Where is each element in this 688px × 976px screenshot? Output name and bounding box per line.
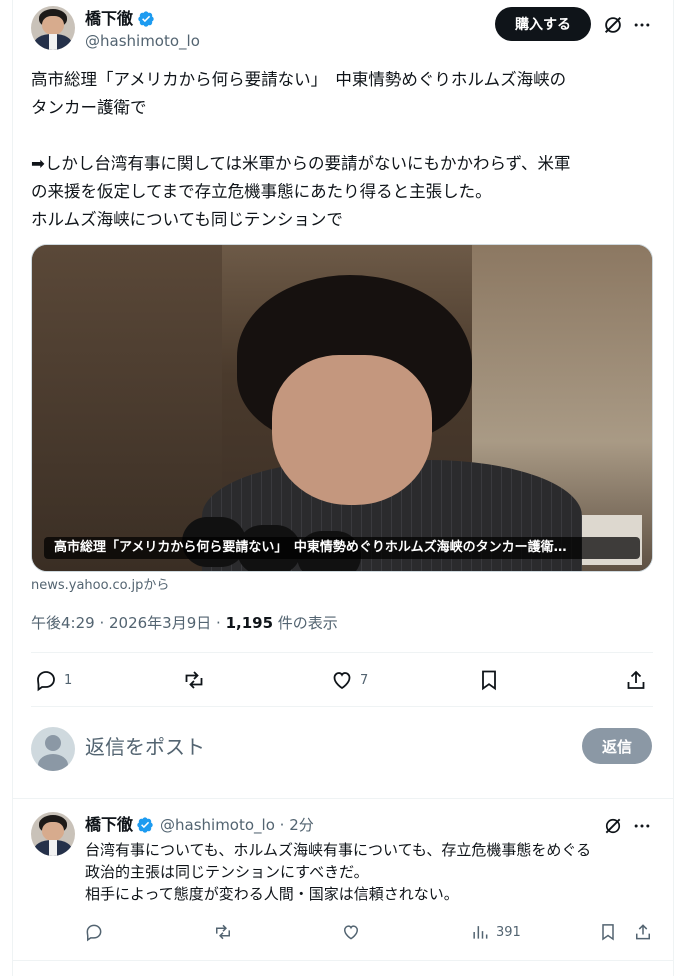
- reply-submit-button[interactable]: 返信: [582, 728, 652, 764]
- bookmark-button[interactable]: [598, 922, 618, 942]
- repost-icon: [185, 671, 203, 689]
- like-icon: [343, 925, 359, 940]
- reply-time: · 2分: [274, 816, 314, 834]
- reply-icon: [37, 671, 55, 692]
- media-caption: 高市総理「アメリカから何ら要請ない」 中東情勢めぐりホルムズ海峡のタンカー護衛…: [44, 537, 640, 559]
- repost-button[interactable]: [182, 668, 206, 692]
- view-label: 件の表示: [273, 614, 338, 632]
- bookmark-icon: [482, 670, 496, 691]
- current-user-avatar[interactable]: [31, 727, 75, 771]
- views-icon: [473, 926, 488, 939]
- reply-author-name[interactable]: 橋下徹: [85, 815, 133, 835]
- author-name[interactable]: 橋下徹: [85, 9, 133, 29]
- divider: [31, 652, 653, 653]
- divider: [12, 960, 674, 961]
- post-timestamp[interactable]: 午後4:29 · 2026年3月9日 ·: [31, 614, 226, 632]
- views-button[interactable]: 391: [470, 922, 521, 942]
- bookmark-button[interactable]: [477, 668, 501, 692]
- link-source[interactable]: news.yahoo.co.jpから: [31, 578, 169, 594]
- reply-button[interactable]: 1: [34, 668, 72, 692]
- grok-icon[interactable]: [601, 13, 625, 37]
- share-icon: [636, 924, 650, 940]
- image-person-face: [272, 355, 432, 505]
- reply-input[interactable]: 返信をポスト: [85, 733, 205, 761]
- reply-author-handle[interactable]: @hashimoto_lo · 2分: [160, 815, 314, 835]
- buy-button[interactable]: 購入する: [495, 7, 591, 41]
- verified-badge-icon: [137, 817, 153, 833]
- view-count: 1,195: [225, 614, 274, 632]
- reply-view-count: 391: [496, 924, 521, 940]
- author-avatar[interactable]: [31, 6, 75, 50]
- post-meta: 午後4:29 · 2026年3月9日 · 1,195 件の表示: [31, 613, 338, 633]
- share-icon: [627, 670, 645, 689]
- verified-badge-icon: [138, 11, 154, 27]
- like-button[interactable]: 7: [330, 668, 368, 692]
- reply-icon: [86, 924, 102, 942]
- like-count: 7: [360, 672, 369, 688]
- author-handle[interactable]: @hashimoto_lo: [85, 31, 200, 51]
- reply-button[interactable]: [84, 922, 104, 942]
- reply-count: 1: [64, 672, 73, 688]
- divider: [31, 706, 653, 707]
- news-card-image[interactable]: 高市総理「アメリカから何ら要請ない」 中東情勢めぐりホルムズ海峡のタンカー護衛…: [31, 244, 653, 572]
- post-text: 高市総理「アメリカから何ら要請ない」 中東情勢めぐりホルムズ海峡の タンカー護衛…: [31, 70, 571, 229]
- share-button[interactable]: [633, 922, 653, 942]
- reply-handle-text: @hashimoto_lo: [160, 816, 275, 834]
- reply-author-avatar[interactable]: [31, 812, 75, 856]
- bookmark-icon: [602, 924, 614, 941]
- more-icon[interactable]: [630, 13, 654, 37]
- grok-icon[interactable]: [601, 814, 625, 838]
- like-icon: [333, 672, 351, 690]
- repost-icon: [216, 924, 230, 940]
- like-button[interactable]: [341, 922, 361, 942]
- reply-text: 台湾有事についても、ホルムズ海峡有事についても、存立危機事態をめぐる 政治的主張…: [85, 841, 592, 903]
- divider: [12, 798, 674, 799]
- share-button[interactable]: [624, 668, 648, 692]
- more-icon[interactable]: [630, 814, 654, 838]
- repost-button[interactable]: [213, 922, 233, 942]
